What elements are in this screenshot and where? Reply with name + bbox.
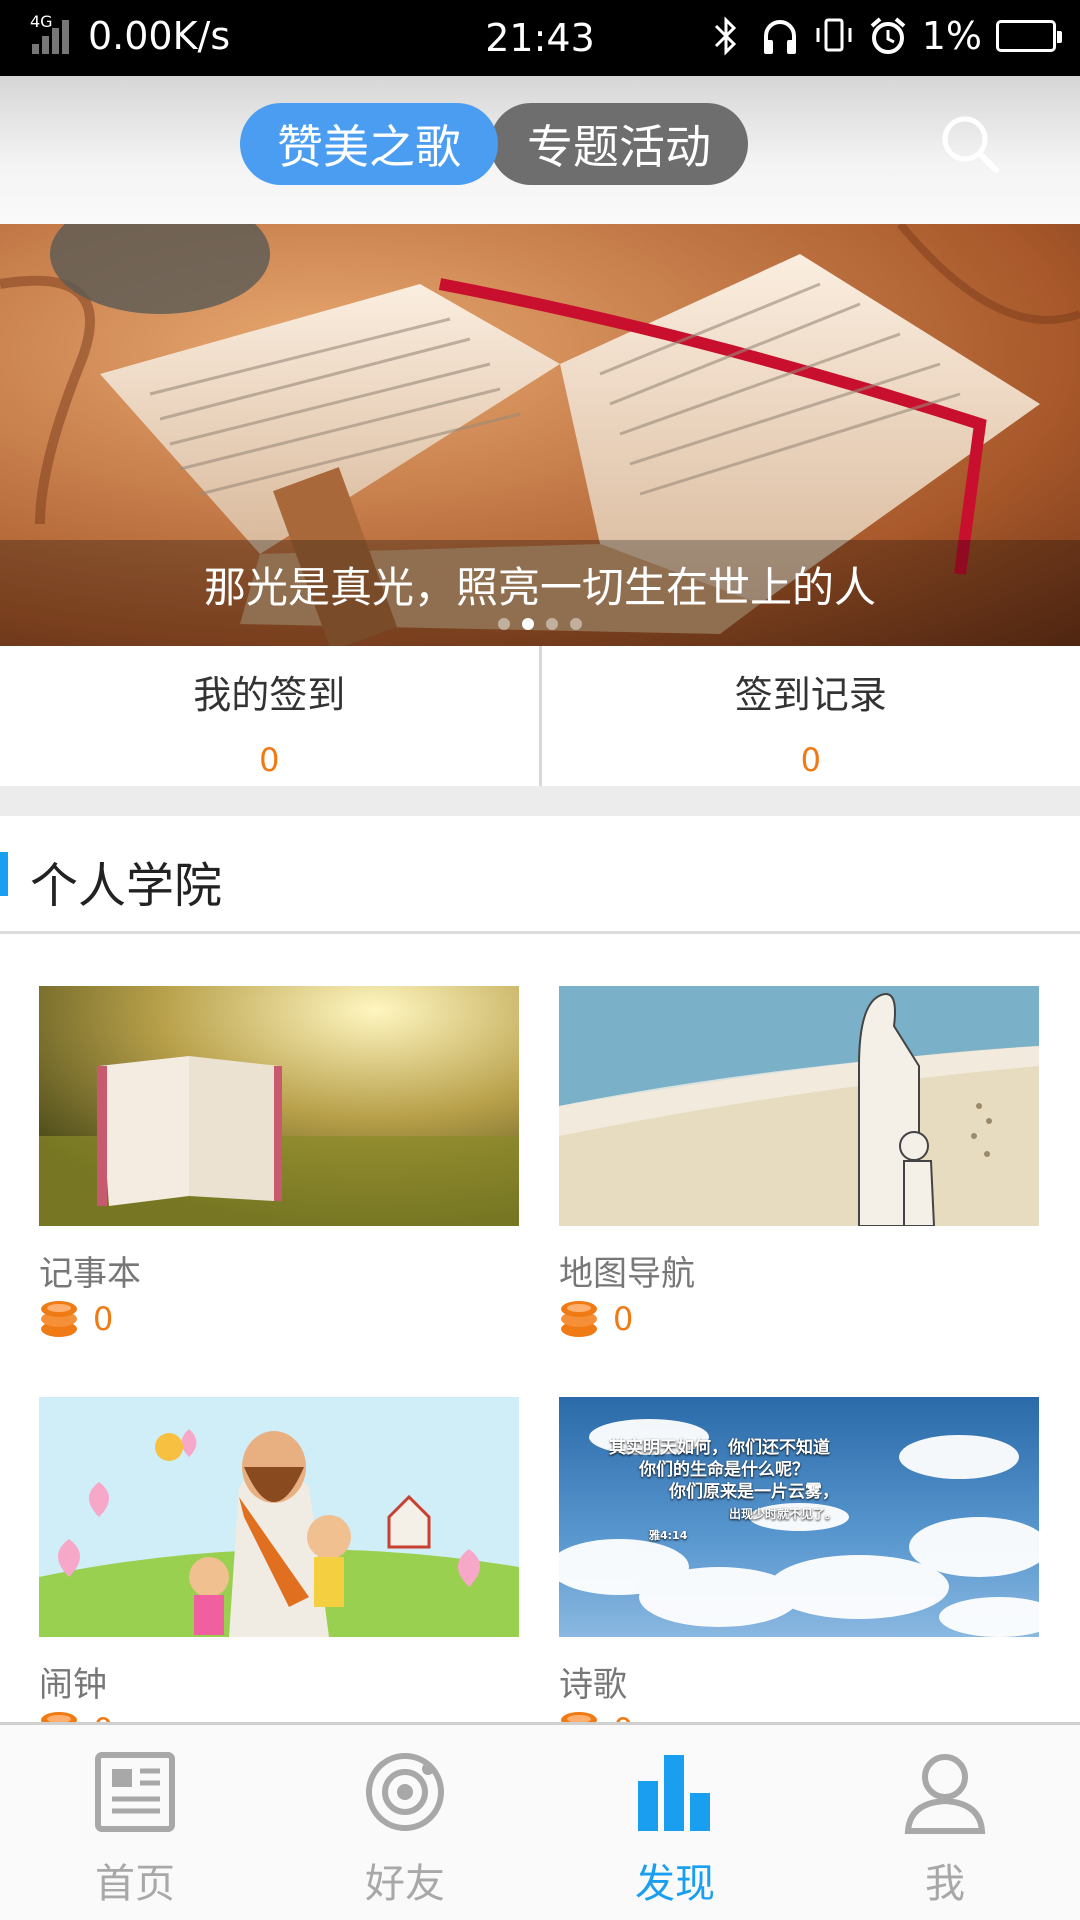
banner-caption: 那光是真光，照亮一切生在世上的人	[203, 563, 876, 612]
card-title: 记事本	[39, 1254, 141, 1294]
status-bar: 4G 0.00K/s 21:43 1%	[0, 0, 1080, 76]
nav-discover[interactable]: 发现	[540, 1725, 810, 1920]
battery-icon	[996, 20, 1062, 52]
verse-line: 出现少时就不见了。	[729, 1507, 838, 1521]
section-divider	[0, 786, 1080, 816]
header-tabs: 赞美之歌 专题活动	[240, 103, 748, 185]
bible-grass-image	[39, 986, 519, 1226]
card-poetry[interactable]: 其实明天如何，你们还不知道 你们的生命是什么呢？ 你们原来是一片云雾， 出现少时…	[559, 1397, 1039, 1750]
card-meta: 0	[39, 1299, 519, 1339]
vibrate-icon	[816, 18, 852, 52]
card-notebook[interactable]: 记事本 0	[39, 986, 519, 1339]
tab-special-events[interactable]: 专题活动	[490, 103, 748, 185]
nav-label: 我	[925, 1861, 965, 1907]
nav-home[interactable]: 首页	[0, 1725, 270, 1920]
bottom-navigation: 首页 好友 发现 我	[0, 1722, 1080, 1920]
signin-record-button[interactable]: 签到记录 0	[538, 646, 1080, 786]
nav-me[interactable]: 我	[810, 1725, 1080, 1920]
card-title: 地图导航	[559, 1254, 695, 1294]
news-icon	[95, 1752, 175, 1832]
verse-reference: 雅4:14	[649, 1529, 688, 1542]
card-title: 诗歌	[559, 1665, 627, 1705]
my-signin-count: 0	[259, 741, 280, 779]
nav-label: 好友	[365, 1861, 445, 1907]
verse-line: 其实明天如何，你们还不知道	[609, 1438, 830, 1458]
carousel-dot-active[interactable]	[522, 618, 534, 630]
nav-friends[interactable]: 好友	[270, 1725, 540, 1920]
cartoon-jesus-children-image	[39, 1397, 519, 1637]
coins-icon	[561, 1301, 597, 1337]
person-icon	[904, 1754, 986, 1834]
carousel-dot[interactable]	[546, 618, 558, 630]
top-header: 赞美之歌 专题活动	[0, 76, 1080, 224]
verse-line: 你们的生命是什么呢？	[639, 1460, 809, 1480]
tab-praise-songs[interactable]: 赞美之歌	[240, 103, 498, 185]
nav-label: 发现	[635, 1861, 715, 1907]
search-icon[interactable]	[938, 112, 1002, 176]
beach-footprints-image	[559, 986, 1039, 1226]
card-meta: 0	[559, 1299, 1039, 1339]
bluetooth-icon	[714, 16, 736, 56]
bar-chart-icon	[638, 1755, 710, 1831]
my-signin-label: 我的签到	[193, 673, 346, 717]
card-alarm[interactable]: 闹钟 0	[39, 1397, 519, 1750]
alarm-icon	[870, 17, 906, 54]
signin-row: 我的签到 0 签到记录 0	[0, 646, 1080, 786]
carousel-dots	[0, 618, 1080, 630]
my-signin-button[interactable]: 我的签到 0	[0, 646, 539, 786]
section-title: 个人学院	[30, 858, 223, 914]
coins-icon	[41, 1301, 77, 1337]
status-right: 1%	[706, 14, 1062, 58]
signin-record-label: 签到记录	[734, 673, 887, 717]
battery-percent: 1%	[921, 14, 982, 58]
section-accent-bar	[0, 852, 8, 896]
card-title: 闹钟	[39, 1665, 107, 1705]
section-header: 个人学院	[0, 816, 1080, 934]
card-count: 0	[93, 1300, 114, 1338]
clouds-verse-image: 其实明天如何，你们还不知道 你们的生命是什么呢？ 你们原来是一片云雾， 出现少时…	[559, 1397, 1039, 1637]
banner-carousel[interactable]: 那光是真光，照亮一切生在世上的人	[0, 224, 1080, 646]
verse-line: 你们原来是一片云雾，	[669, 1482, 839, 1502]
carousel-dot[interactable]	[498, 618, 510, 630]
headphones-icon	[763, 20, 796, 54]
card-count: 0	[613, 1300, 634, 1338]
verse-text: 其实明天如何，你们还不知道 你们的生命是什么呢？ 你们原来是一片云雾， 出现少时…	[609, 1437, 839, 1547]
nav-label: 首页	[95, 1861, 175, 1907]
carousel-dot[interactable]	[570, 618, 582, 630]
card-map-navigation[interactable]: 地图导航 0	[559, 986, 1039, 1339]
target-icon	[366, 1753, 444, 1831]
signin-record-count: 0	[800, 741, 821, 779]
